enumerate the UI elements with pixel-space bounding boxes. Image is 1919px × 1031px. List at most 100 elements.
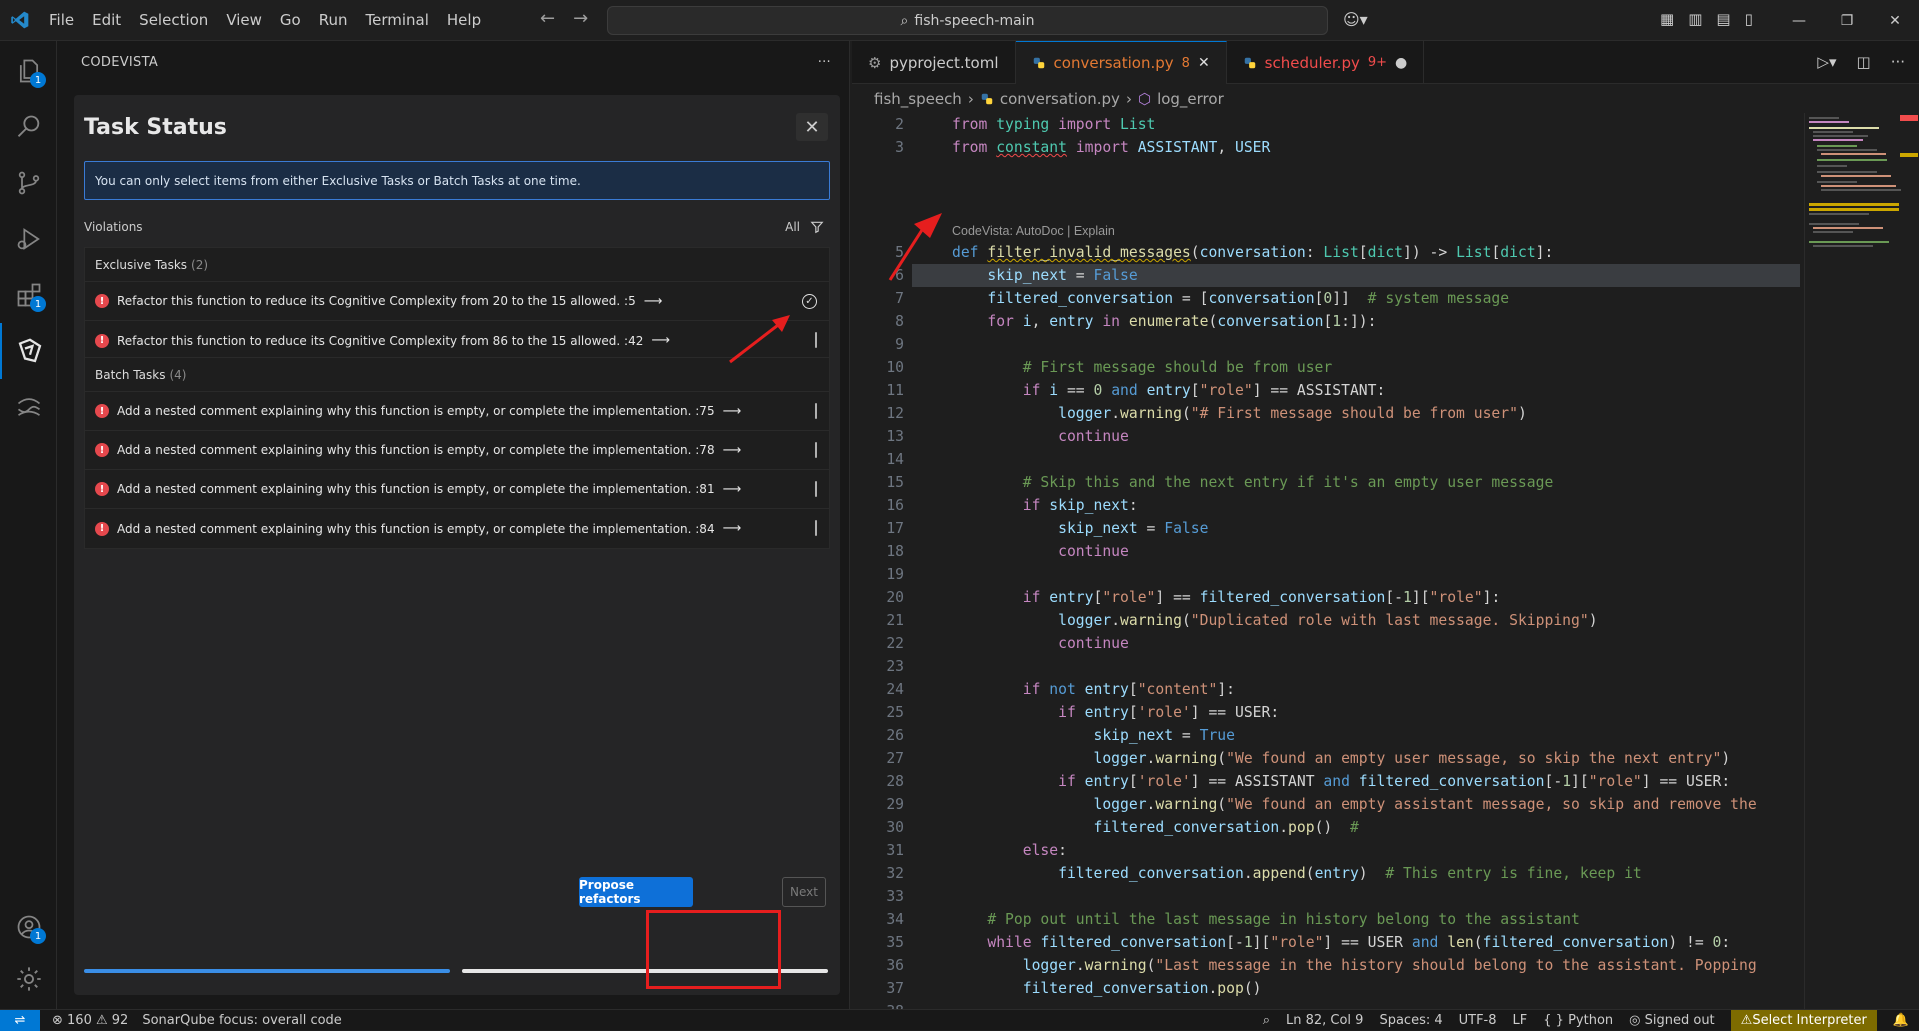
- close-tab-icon[interactable]: ✕: [1198, 55, 1210, 71]
- code-line: 31 else:: [886, 842, 1067, 859]
- close-icon[interactable]: ✕: [796, 113, 828, 141]
- close-window-icon[interactable]: ✕: [1871, 0, 1919, 41]
- cursor-position[interactable]: Ln 82, Col 9: [1286, 1013, 1363, 1028]
- toggle-panel-icon[interactable]: ▤: [1716, 10, 1730, 28]
- codelens[interactable]: CodeVista: AutoDoc | Explain: [952, 222, 1115, 240]
- next-button[interactable]: Next: [782, 877, 826, 907]
- error-icon: !: [95, 482, 109, 496]
- menu-view[interactable]: View: [217, 11, 271, 29]
- code-line: 33: [886, 888, 904, 905]
- explorer-icon[interactable]: 1: [0, 43, 57, 99]
- breadcrumb-symbol[interactable]: log_error: [1157, 90, 1224, 108]
- run-debug-icon[interactable]: [0, 211, 57, 267]
- menu-edit[interactable]: Edit: [83, 11, 130, 29]
- run-python-icon[interactable]: ▷▾: [1817, 53, 1836, 71]
- command-center-search[interactable]: ⌕ fish-speech-main: [607, 6, 1328, 35]
- task-radio-selected[interactable]: ✓: [802, 294, 817, 309]
- end-of-line[interactable]: LF: [1513, 1013, 1528, 1028]
- code-line: 25 if entry['role'] == USER:: [886, 704, 1280, 721]
- menu-file[interactable]: File: [40, 11, 83, 29]
- tab-scheduler[interactable]: scheduler.py 9+ ●: [1227, 41, 1425, 84]
- title-bar: File Edit Selection View Go Run Terminal…: [0, 0, 1919, 41]
- code-line: 15 # Skip this and the next entry if it'…: [886, 474, 1554, 491]
- notifications-icon[interactable]: 🔔: [1893, 1013, 1919, 1028]
- code-line: 7 filtered_conversation = [conversation[…: [895, 290, 1510, 307]
- task-checkbox[interactable]: [815, 403, 817, 419]
- info-banner: You can only select items from either Ex…: [84, 161, 830, 200]
- menu-help[interactable]: Help: [438, 11, 490, 29]
- select-interpreter[interactable]: ⚠ Select Interpreter: [1730, 1010, 1877, 1031]
- menu-bar: File Edit Selection View Go Run Terminal…: [40, 11, 490, 29]
- code-line: 29 logger.warning("We found an empty ass…: [886, 796, 1757, 813]
- task-text: Refactor this function to reduce its Cog…: [117, 333, 644, 348]
- breadcrumb-file[interactable]: conversation.py: [1000, 90, 1120, 108]
- breadcrumb-folder[interactable]: fish_speech: [874, 90, 962, 108]
- back-arrow-icon[interactable]: ←: [540, 8, 555, 29]
- accounts-icon[interactable]: 1: [0, 899, 57, 955]
- copilot-icon[interactable]: ☺▾: [1343, 10, 1368, 29]
- code-editor[interactable]: CodeVista: AutoDoc | Explain 2 from typin…: [852, 113, 1800, 1009]
- menu-selection[interactable]: Selection: [130, 11, 217, 29]
- toggle-sidebar-icon[interactable]: ▥: [1688, 10, 1702, 28]
- batch-task-item[interactable]: ! Add a nested comment explaining why th…: [85, 392, 829, 431]
- batch-tasks-group: Batch Tasks (4) ! Add a nested comment e…: [84, 357, 830, 549]
- code-line-highlighted: 6 skip_next = False: [895, 264, 1800, 287]
- code-line: 35 while filtered_conversation[-1]["role…: [886, 934, 1731, 951]
- problems-indicator[interactable]: ⊗ 160 ⚠ 92: [52, 1013, 128, 1028]
- code-line: 5 def filter_invalid_messages(conversatio…: [895, 244, 1554, 261]
- batch-task-item[interactable]: ! Add a nested comment explaining why th…: [85, 431, 829, 470]
- code-line: 34 # Pop out until the last message in h…: [886, 911, 1580, 928]
- unsaved-dot-icon[interactable]: ●: [1395, 55, 1407, 71]
- minimap[interactable]: [1804, 113, 1919, 1009]
- gear-icon[interactable]: [0, 951, 57, 1007]
- sonarqube-icon[interactable]: [0, 379, 57, 435]
- violations-label: Violations: [84, 220, 143, 234]
- code-line: 21 logger.warning("Duplicated role with …: [886, 612, 1598, 629]
- task-checkbox[interactable]: [815, 442, 817, 458]
- remote-icon[interactable]: ⇌: [0, 1009, 40, 1031]
- more-actions-icon[interactable]: ···: [818, 55, 831, 70]
- encoding[interactable]: UTF-8: [1459, 1013, 1497, 1028]
- filter-icon[interactable]: [810, 220, 824, 234]
- toggle-secondary-sidebar-icon[interactable]: ▯: [1745, 10, 1753, 28]
- propose-refactors-button[interactable]: Propose refactors: [579, 877, 693, 907]
- arrow-right-icon: ⟶: [722, 481, 742, 497]
- menu-go[interactable]: Go: [271, 11, 310, 29]
- sonarqube-focus[interactable]: SonarQube focus: overall code: [142, 1013, 341, 1028]
- account-status[interactable]: ◎ Signed out: [1629, 1013, 1715, 1028]
- code-line: 26 skip_next = True: [886, 727, 1235, 744]
- indentation[interactable]: Spaces: 4: [1379, 1013, 1442, 1028]
- customize-layout-icon[interactable]: ▦: [1660, 10, 1674, 28]
- task-radio[interactable]: [815, 332, 817, 348]
- error-icon: !: [95, 333, 109, 348]
- sidebar-title: CODEVISTA: [81, 54, 159, 70]
- accounts-badge: 1: [30, 928, 46, 944]
- exclusive-task-item[interactable]: ! Refactor this function to reduce its C…: [85, 321, 829, 360]
- task-checkbox[interactable]: [815, 481, 817, 497]
- codevista-icon[interactable]: [0, 323, 57, 379]
- batch-task-item[interactable]: ! Add a nested comment explaining why th…: [85, 470, 829, 509]
- more-actions-icon[interactable]: ···: [1891, 53, 1905, 71]
- extensions-icon[interactable]: 1: [0, 267, 57, 323]
- batch-task-item[interactable]: ! Add a nested comment explaining why th…: [85, 509, 829, 548]
- code-line: 24 if not entry["content"]:: [886, 681, 1235, 698]
- restore-icon[interactable]: ❐: [1823, 0, 1871, 41]
- forward-arrow-icon[interactable]: →: [573, 8, 588, 29]
- split-editor-icon[interactable]: ◫: [1857, 53, 1871, 71]
- menu-run[interactable]: Run: [310, 11, 357, 29]
- zoom-icon[interactable]: ⌕: [1263, 1013, 1270, 1028]
- settings-file-icon: ⚙: [868, 53, 882, 72]
- panel-title: Task Status: [84, 115, 227, 140]
- language-mode[interactable]: { } Python: [1543, 1013, 1613, 1028]
- code-line: 22 continue: [886, 635, 1129, 652]
- code-line: 14: [886, 451, 904, 468]
- source-control-icon[interactable]: [0, 155, 57, 211]
- tab-conversation[interactable]: conversation.py 8 ✕: [1015, 41, 1227, 84]
- filter-label[interactable]: All: [785, 220, 800, 234]
- menu-terminal[interactable]: Terminal: [357, 11, 438, 29]
- tab-pyproject[interactable]: ⚙ pyproject.toml: [852, 41, 1016, 84]
- exclusive-task-item[interactable]: ! Refactor this function to reduce its C…: [85, 282, 829, 321]
- search-icon[interactable]: [0, 99, 57, 155]
- minimize-icon[interactable]: —: [1775, 0, 1823, 41]
- task-checkbox[interactable]: [815, 520, 817, 536]
